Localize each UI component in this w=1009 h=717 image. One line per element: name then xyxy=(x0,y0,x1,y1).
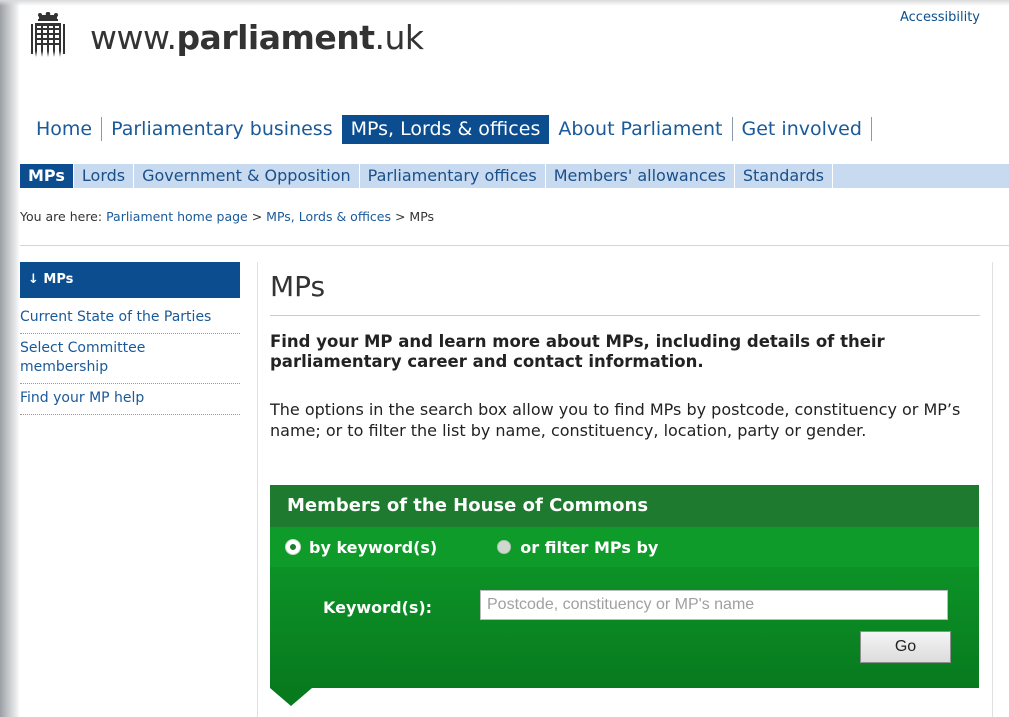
mp-search-box: Members of the House of Commons by keywo… xyxy=(270,485,979,706)
window-left-shadow xyxy=(0,0,20,717)
main-nav-mps-lords-offices[interactable]: MPs, Lords & offices xyxy=(341,114,550,144)
radio-filter-mps-label: or filter MPs by xyxy=(520,537,659,557)
main-nav-about-parliament[interactable]: About Parliament xyxy=(549,115,731,144)
title-divider xyxy=(270,315,980,316)
site-name-prefix: www. xyxy=(90,18,177,57)
breadcrumb-separator: > xyxy=(391,209,410,224)
breadcrumb-parliament-home[interactable]: Parliament home page xyxy=(106,209,248,224)
sub-nav-government-opposition[interactable]: Government & Opposition xyxy=(134,164,360,188)
radio-filter-mps[interactable]: or filter MPs by xyxy=(497,538,658,557)
radio-by-keyword-label: by keyword(s) xyxy=(309,537,438,557)
breadcrumb-separator: > xyxy=(247,209,267,224)
breadcrumb: You are here: Parliament home page > MPs… xyxy=(20,209,434,224)
breadcrumb-mps-lords-offices[interactable]: MPs, Lords & offices xyxy=(266,209,391,224)
site-name-suffix: .uk xyxy=(374,18,425,57)
nav-separator xyxy=(870,117,872,141)
content-divider-right xyxy=(992,262,993,717)
radio-checked-icon[interactable] xyxy=(286,540,300,554)
sidebar-item-select-committee-membership[interactable]: Select Committee membership xyxy=(20,334,240,384)
site-name-bold: parliament xyxy=(176,18,375,57)
sub-nav: MPs Lords Government & Opposition Parlia… xyxy=(20,164,1009,188)
radio-by-keyword[interactable]: by keyword(s) xyxy=(286,538,437,557)
sidebar: ↓ MPs Current State of the Parties Selec… xyxy=(20,262,240,415)
lead-text: Find your MP and learn more about MPs, i… xyxy=(270,332,885,371)
search-box-heading: Members of the House of Commons xyxy=(270,485,979,527)
accessibility-link[interactable]: Accessibility xyxy=(900,10,980,25)
sub-nav-mps[interactable]: MPs xyxy=(20,164,74,188)
radio-unchecked-icon[interactable] xyxy=(497,540,512,554)
sub-nav-members-allowances[interactable]: Members' allowances xyxy=(546,164,735,188)
go-button[interactable]: Go xyxy=(860,631,951,663)
sidebar-item-current-state-of-parties[interactable]: Current State of the Parties xyxy=(20,298,240,334)
search-box-pointer xyxy=(270,688,312,706)
intro-text: The options in the search box allow you … xyxy=(270,400,961,440)
breadcrumb-current: MPs xyxy=(409,209,435,224)
site-name[interactable]: www.parliament.uk xyxy=(90,18,424,57)
breadcrumb-prefix: You are here: xyxy=(20,209,107,224)
sub-nav-standards[interactable]: Standards xyxy=(735,164,833,188)
search-mode-options: by keyword(s) or filter MPs by xyxy=(270,527,979,567)
page: www.parliament.uk Accessibility Home Par… xyxy=(20,0,1009,717)
sub-nav-parliamentary-offices[interactable]: Parliamentary offices xyxy=(360,164,546,188)
sidebar-heading[interactable]: ↓ MPs xyxy=(20,262,240,298)
sidebar-item-find-your-mp-help[interactable]: Find your MP help xyxy=(20,384,240,415)
content-divider-left xyxy=(257,262,258,717)
main-nav-home[interactable]: Home xyxy=(27,115,101,144)
main-nav-parliamentary-business[interactable]: Parliamentary business xyxy=(102,115,342,144)
keyword-input[interactable] xyxy=(480,590,948,620)
keyword-label: Keyword(s): xyxy=(323,598,433,617)
main-nav: Home Parliamentary business MPs, Lords &… xyxy=(27,114,872,144)
search-form: Keyword(s): Go xyxy=(270,567,979,688)
sub-nav-lords[interactable]: Lords xyxy=(74,164,135,188)
page-title: MPs xyxy=(270,270,326,303)
parliament-logo-portcullis-icon[interactable] xyxy=(31,11,65,60)
main-nav-get-involved[interactable]: Get involved xyxy=(733,115,871,144)
divider xyxy=(20,245,1009,246)
